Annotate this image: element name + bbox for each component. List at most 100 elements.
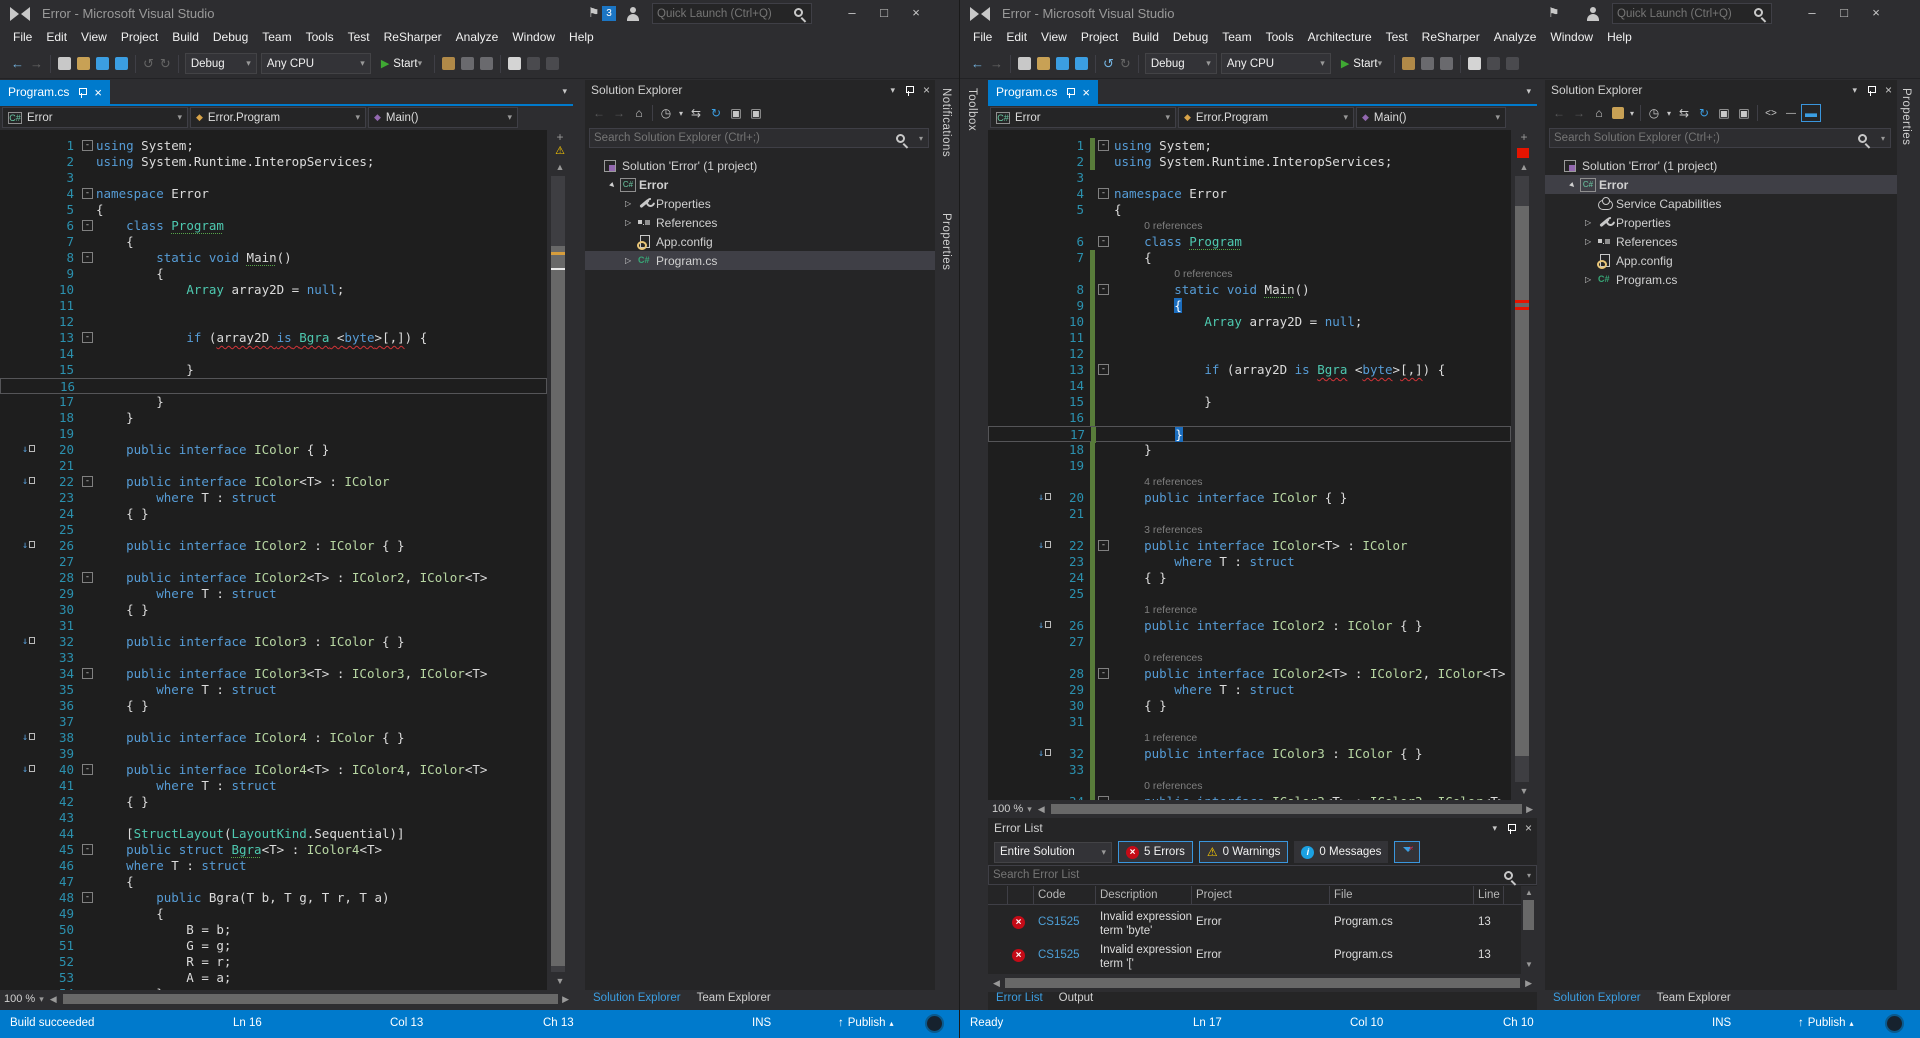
error-list-scrollbar[interactable]: ▲▼ (1521, 886, 1537, 974)
code-line[interactable]: 50 B = b; (0, 922, 547, 938)
menu-item-view[interactable]: View (1034, 28, 1074, 46)
fold-toggle-icon[interactable]: - (82, 220, 93, 231)
code-line[interactable]: 30 { } (0, 602, 547, 618)
code-line[interactable]: 29 where T : struct (0, 586, 547, 602)
codelens-indicator[interactable]: 1 reference (988, 602, 1511, 618)
errors-filter-button[interactable]: ×5 Errors (1118, 841, 1193, 863)
pin-icon[interactable] (77, 87, 87, 98)
code-line[interactable]: ↓38 public interface IColor4 : IColor { … (0, 730, 547, 746)
menu-item-help[interactable]: Help (1600, 28, 1639, 46)
redo-icon[interactable]: ↻ (160, 56, 171, 72)
menu-item-help[interactable]: Help (562, 28, 601, 46)
tab-solution-explorer[interactable]: Solution Explorer (1545, 990, 1649, 1010)
tree-item-solution-error-1-project-[interactable]: Solution 'Error' (1 project) (585, 156, 935, 175)
tree-item-solution-error-1-project-[interactable]: Solution 'Error' (1 project) (1545, 156, 1897, 175)
error-row[interactable]: ×CS1525Invalid expressionterm '['ErrorPr… (988, 941, 1521, 974)
fold-toggle-icon[interactable]: - (82, 572, 93, 583)
tree-item-app-config[interactable]: App.config (1545, 251, 1897, 270)
scrollbar-thumb[interactable] (551, 246, 565, 966)
toolbar-misc-icon[interactable] (461, 57, 474, 70)
code-line[interactable]: 28- public interface IColor2<T> : IColor… (0, 570, 547, 586)
forward-icon[interactable]: → (1569, 104, 1589, 122)
code-line[interactable]: 16 (988, 410, 1511, 426)
fold-toggle-icon[interactable]: - (82, 668, 93, 679)
scope-filter-combo[interactable]: Entire Solution▾ (994, 842, 1112, 863)
fold-toggle-icon[interactable]: - (1098, 188, 1109, 199)
code-line[interactable]: 16 (0, 378, 547, 394)
code-line[interactable]: ↓20 public interface IColor { } (0, 442, 547, 458)
code-line[interactable]: 30 { } (988, 698, 1511, 714)
warnings-filter-button[interactable]: ⚠0 Warnings (1199, 841, 1289, 863)
feedback-status-circle[interactable] (1885, 1014, 1904, 1033)
code-line[interactable]: 17 } (0, 394, 547, 410)
scroll-up-icon[interactable]: ▲ (1511, 162, 1537, 172)
build-icon[interactable] (1402, 57, 1415, 70)
type-dropdown[interactable]: ◆Error.Program▾ (190, 107, 366, 128)
save-all-icon[interactable] (1075, 57, 1088, 70)
code-line[interactable]: 42 { } (0, 794, 547, 810)
code-line[interactable]: 13- if (array2D is Bgra <byte>[,]) { (988, 362, 1511, 378)
scroll-down-icon[interactable]: ▼ (547, 976, 573, 986)
tree-item-properties[interactable]: ▷Properties (1545, 213, 1897, 232)
switch-views-icon[interactable] (1612, 107, 1624, 119)
solution-explorer-search-input[interactable] (1550, 132, 1858, 144)
save-icon[interactable] (1056, 57, 1069, 70)
menu-item-edit[interactable]: Edit (999, 28, 1034, 46)
close-icon[interactable]: × (1082, 85, 1090, 100)
fold-toggle-icon[interactable]: - (82, 764, 93, 775)
code-line[interactable]: 34- public interface IColor3<T> : IColor… (0, 666, 547, 682)
code-line[interactable]: 2using System.Runtime.InteropServices; (988, 154, 1511, 170)
solution-configurations-combo[interactable]: Debug▾ (1145, 53, 1217, 74)
zoom-level-combo[interactable]: 100 % (988, 803, 1027, 815)
scroll-right-icon[interactable]: ▶ (562, 994, 569, 1005)
tree-expander-open[interactable]: ▼ (606, 178, 619, 191)
close-icon[interactable]: × (1525, 821, 1532, 835)
menu-item-project[interactable]: Project (1074, 28, 1125, 46)
scrollbar-track[interactable] (1515, 176, 1529, 782)
menu-item-window[interactable]: Window (1543, 28, 1600, 46)
navigate-back-icon[interactable]: ← (971, 56, 984, 71)
code-line[interactable]: 19 (988, 458, 1511, 474)
code-line[interactable]: 1-using System; (988, 138, 1511, 154)
code-line[interactable]: 5{ (988, 202, 1511, 218)
code-line[interactable]: 12 (988, 346, 1511, 362)
menu-item-architecture[interactable]: Architecture (1301, 28, 1379, 46)
code-line[interactable]: 39 (0, 746, 547, 762)
close-icon[interactable]: × (94, 85, 102, 100)
tab-team-explorer[interactable]: Team Explorer (689, 990, 779, 1010)
tree-item-error[interactable]: ▼Error (1545, 175, 1897, 194)
member-dropdown[interactable]: ◆Main()▾ (1356, 107, 1506, 128)
code-line[interactable]: 43 (0, 810, 547, 826)
scrollbar-track[interactable] (551, 176, 565, 972)
fold-toggle-icon[interactable]: - (82, 252, 93, 263)
code-line[interactable]: 33 (988, 762, 1511, 778)
code-line[interactable]: 3 (0, 170, 547, 186)
code-line[interactable]: ↓32 public interface IColor3 : IColor { … (988, 746, 1511, 762)
chevron-down-icon[interactable]: ▾ (1881, 134, 1885, 143)
code-line[interactable]: 15 } (988, 394, 1511, 410)
menu-item-edit[interactable]: Edit (39, 28, 74, 46)
build-icon[interactable] (442, 57, 455, 70)
quick-launch-input[interactable] (657, 6, 787, 23)
splitter-icon[interactable]: + (1511, 130, 1537, 144)
tree-item-service-capabilities[interactable]: Service Capabilities (1545, 194, 1897, 213)
code-line[interactable]: 10 Array array2D = null; (988, 314, 1511, 330)
bookmark-next-icon[interactable] (1487, 57, 1500, 70)
bookmark-icon[interactable] (508, 57, 521, 70)
chevron-down-icon[interactable]: ▾ (919, 134, 923, 143)
document-well-dropdown-icon[interactable]: ▾ (1526, 86, 1531, 97)
h-scrollbar-thumb[interactable] (1005, 978, 1520, 988)
fold-toggle-icon[interactable]: - (1098, 140, 1109, 151)
code-line[interactable]: 25 (0, 522, 547, 538)
notification-badge[interactable]: 3 (602, 6, 616, 21)
code-line[interactable]: 14 (0, 346, 547, 362)
tree-expander-closed[interactable]: ▷ (1585, 275, 1595, 284)
add-item-icon[interactable] (77, 57, 90, 70)
solution-platforms-combo[interactable]: Any CPU▾ (261, 53, 371, 74)
refresh-icon[interactable]: ↻ (1694, 104, 1714, 122)
quick-launch-input[interactable] (1617, 6, 1747, 23)
code-line[interactable]: 27 (988, 634, 1511, 650)
refresh-icon[interactable]: ↻ (706, 104, 726, 122)
scroll-left-icon[interactable]: ◀ (50, 994, 57, 1005)
save-icon[interactable] (96, 57, 109, 70)
